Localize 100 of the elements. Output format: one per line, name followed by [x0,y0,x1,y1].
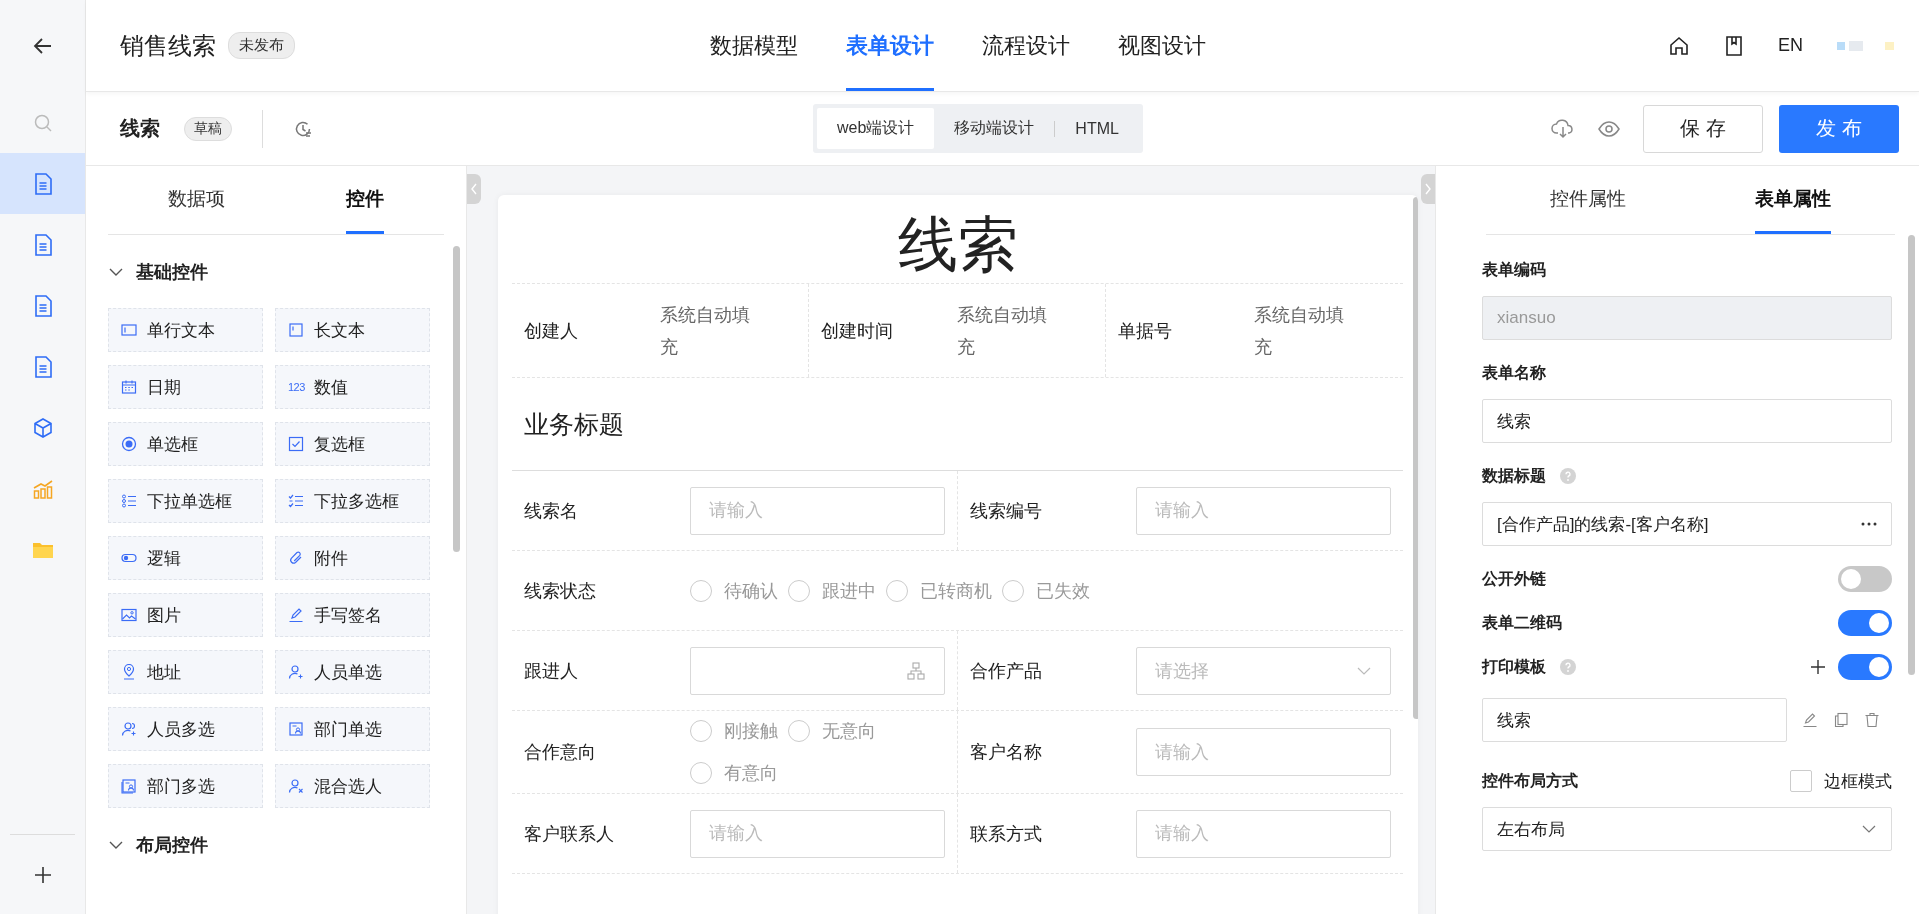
auto-fill-text: 系统自动填充 [957,303,1048,359]
mode-tab[interactable]: web端设计 [817,108,935,149]
draft-badge: 草稿 [184,116,232,141]
input-field[interactable]: 请输入 [1136,728,1391,776]
number-icon: 123 [288,381,304,393]
rail-item[interactable] [0,153,85,214]
control-tile[interactable]: 复选框 [275,422,430,466]
chevron-icon [1424,182,1432,196]
copy-icon[interactable] [1833,712,1849,728]
control-tile[interactable]: 下拉单选框 [108,479,263,523]
control-tile[interactable]: 部门多选 [108,764,263,808]
input-field[interactable]: 请输入 [690,809,945,858]
cloud-download-icon[interactable] [1551,117,1575,140]
search-icon [32,112,53,133]
pen-icon [288,607,304,623]
user-icon [121,721,137,737]
panel-tab[interactable]: 控件 [345,166,384,234]
panel-tab[interactable]: 控件属性 [1550,166,1627,234]
document-icon [32,172,53,195]
org-chart-icon [906,660,926,681]
text-field[interactable]: 线索 [1482,399,1892,443]
toggle-switch[interactable] [1838,610,1892,636]
section-title: 业务标题 [512,378,1403,471]
control-tile[interactable]: 混合选人 [275,764,430,808]
control-tile[interactable]: 逻辑 [108,536,263,580]
control-tile[interactable]: 人员多选 [108,707,263,751]
nav-tab[interactable]: 数据模型 [710,0,798,91]
control-tile[interactable]: 部门单选 [275,707,430,751]
group-header[interactable]: 布局控件 [108,826,208,864]
control-tile[interactable]: 附件 [275,536,430,580]
language-button[interactable]: EN [1778,35,1803,56]
template-field[interactable]: 线索 [1482,698,1787,742]
department-icon [121,778,137,794]
field-label: 合作意向 [524,741,597,764]
plus-icon [32,864,53,885]
form-heading: 线索 [896,210,1019,280]
eye-icon[interactable] [1597,118,1621,139]
save-button[interactable]: 保 存 [1643,104,1763,153]
property-label: 公开外链 [1482,568,1546,589]
select-field[interactable]: 左右布局 [1482,807,1892,851]
field-label: 创建人 [524,319,579,343]
property-label: 数据标题 [1482,465,1546,486]
radio-icon [121,436,137,452]
book-icon[interactable] [1724,34,1744,57]
publish-button[interactable]: 发 布 [1779,104,1899,153]
panel-tab[interactable]: 表单属性 [1754,166,1831,234]
add-icon[interactable] [1810,659,1826,675]
scrollbar[interactable] [1413,197,1418,719]
document-icon [32,355,53,378]
control-tile[interactable]: 下拉多选框 [275,479,430,523]
user-icon [288,778,304,794]
checkbox-option[interactable]: 边框模式 [1790,769,1892,793]
panel-tab[interactable]: 数据项 [168,166,226,234]
control-tile[interactable]: 手写签名 [275,593,430,637]
cube-icon [31,416,54,439]
property-label: 表单二维码 [1482,612,1562,633]
nav-tab[interactable]: 流程设计 [982,0,1070,91]
field-label: 客户联系人 [524,822,615,846]
control-tile[interactable]: 地址 [108,650,263,694]
toggle-switch[interactable] [1838,566,1892,592]
control-tile[interactable]: 单行文本 [108,308,263,352]
control-tile[interactable]: 单选框 [108,422,263,466]
scrollbar[interactable] [453,246,460,552]
more-icon[interactable] [1861,522,1877,526]
home-icon[interactable] [1668,34,1690,57]
text-field-icon [121,322,137,338]
control-tile[interactable]: 长文本 [275,308,430,352]
help-icon[interactable] [1560,659,1576,675]
input-field[interactable]: 请输入 [690,486,945,535]
delete-icon[interactable] [1864,712,1880,728]
help-icon[interactable] [1560,468,1576,484]
group-header[interactable]: 基础控件 [108,253,208,291]
nav-tab[interactable]: 视图设计 [1118,0,1206,91]
property-label: 表单编码 [1482,259,1546,280]
property-label: 表单名称 [1482,362,1546,383]
control-tile[interactable]: 图片 [108,593,263,637]
location-pin-icon [121,664,137,680]
text-field[interactable]: [合作产品]的线索-[客户名称] [1482,502,1892,546]
input-field[interactable]: 请输入 [1136,809,1391,858]
mode-tab[interactable]: 移动端设计 [934,108,1055,149]
member-picker-field[interactable] [690,646,945,695]
paperclip-icon [288,550,304,566]
property-label: 控件布局方式 [1482,770,1578,791]
edit-icon[interactable] [1802,712,1818,728]
control-tile[interactable]: 人员单选 [275,650,430,694]
chart-icon [31,477,54,500]
scrollbar[interactable] [1908,235,1915,675]
control-tile[interactable]: 日期 [108,365,263,409]
toggle-switch[interactable] [1838,654,1892,680]
nav-tab[interactable]: 表单设计 [846,0,934,91]
property-label: 打印模板 [1482,656,1546,677]
input-field[interactable]: 请输入 [1136,486,1391,535]
field-label: 线索状态 [524,579,597,603]
form-title: 线索 [120,116,160,141]
list-icon [121,493,137,509]
field-label: 联系方式 [970,822,1043,846]
mode-tab[interactable]: HTML [1055,109,1139,148]
control-tile[interactable]: 123 数值 [275,365,430,409]
auto-fill-text: 系统自动填充 [1254,303,1345,359]
checkbox-icon [288,436,304,452]
